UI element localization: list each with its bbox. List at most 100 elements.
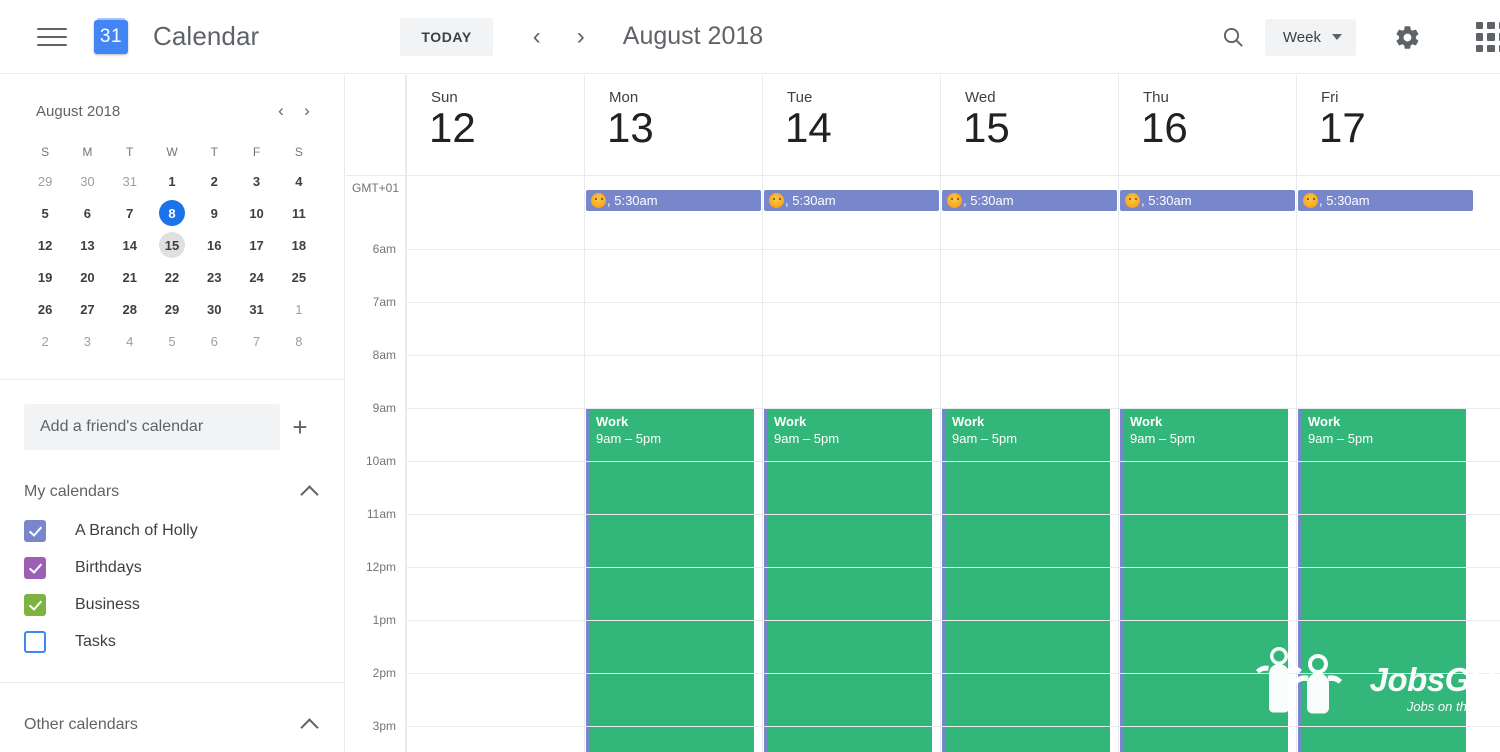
mini-calendar-day-22[interactable]: 22 (159, 264, 185, 290)
all-day-event[interactable]: , 5:30am (942, 190, 1117, 211)
all-day-event-label: , 5:30am (1141, 193, 1192, 208)
mini-calendar-day-29[interactable]: 29 (32, 168, 58, 194)
mini-calendar-day-6[interactable]: 6 (201, 328, 227, 354)
my-calendars-section: My calendars A Branch of Holly Birthdays B… (0, 472, 344, 660)
all-day-event[interactable]: , 5:30am (1298, 190, 1473, 211)
chevron-up-icon[interactable] (300, 484, 319, 504)
mini-calendar-day-27[interactable]: 27 (74, 296, 100, 322)
mini-calendar-weekday-row: SMTWTFS (24, 139, 320, 165)
mini-calendar-day-2[interactable]: 2 (201, 168, 227, 194)
other-calendar-item-0[interactable]: Holidays in United Kingdom (0, 745, 344, 752)
mini-calendar-day-20[interactable]: 20 (74, 264, 100, 290)
mini-calendar-week: 19 20 21 22 23 24 25 (24, 261, 320, 293)
day-header-fri[interactable]: Fri 17 (1296, 75, 1474, 175)
mini-calendar-day-12[interactable]: 12 (32, 232, 58, 258)
mini-calendar-next-button[interactable]: › (294, 98, 320, 124)
mini-calendar-day-28[interactable]: 28 (117, 296, 143, 322)
day-header-sun[interactable]: Sun 12 (406, 75, 584, 175)
mini-calendar-day-31[interactable]: 31 (244, 296, 270, 322)
day-header-thu[interactable]: Thu 16 (1118, 75, 1296, 175)
mini-calendar-day-25[interactable]: 25 (286, 264, 312, 290)
mini-calendar-day-21[interactable]: 21 (117, 264, 143, 290)
my-calendar-item-0[interactable]: A Branch of Holly (0, 512, 344, 549)
previous-period-button[interactable]: ‹ (517, 17, 557, 57)
mini-calendar-day-3[interactable]: 3 (244, 168, 270, 194)
add-calendar-plus-icon[interactable]: + (280, 407, 320, 447)
day-column-tue[interactable]: Work 9am – 5pm (762, 216, 940, 752)
today-button[interactable]: TODAY (400, 17, 493, 56)
day-column-wed[interactable]: Work 9am – 5pm (940, 216, 1118, 752)
mini-calendar-cell: 4 (109, 325, 151, 357)
calendar-event-work[interactable]: Work 9am – 5pm (1120, 408, 1288, 752)
mini-calendar-weekday-0: S (41, 145, 50, 159)
mini-calendar-day-17[interactable]: 17 (244, 232, 270, 258)
mini-calendar-day-14[interactable]: 14 (117, 232, 143, 258)
mini-calendar-day-6[interactable]: 6 (74, 200, 100, 226)
sidebar-divider-middle (0, 682, 344, 683)
day-column-thu[interactable]: Work 9am – 5pm (1118, 216, 1296, 752)
calendar-event-work[interactable]: Work 9am – 5pm (1298, 408, 1466, 752)
mini-calendar-day-7[interactable]: 7 (244, 328, 270, 354)
mini-calendar-day-18[interactable]: 18 (286, 232, 312, 258)
my-calendar-item-2[interactable]: Business (0, 586, 344, 623)
mini-calendar-day-1[interactable]: 1 (159, 168, 185, 194)
apps-grid-icon[interactable] (1476, 22, 1500, 52)
day-column-sun[interactable] (406, 216, 584, 752)
my-calendar-item-1[interactable]: Birthdays (0, 549, 344, 586)
mini-calendar-day-2[interactable]: 2 (32, 328, 58, 354)
hamburger-menu-icon[interactable] (37, 26, 67, 48)
day-header-wed[interactable]: Wed 15 (940, 75, 1118, 175)
mini-calendar-day-8[interactable]: 8 (158, 200, 185, 226)
mini-calendar-day-26[interactable]: 26 (32, 296, 58, 322)
calendar-checkbox-unchecked[interactable] (24, 630, 46, 653)
mini-calendar-day-1[interactable]: 1 (286, 296, 312, 322)
calendar-checkbox-checked[interactable] (24, 556, 46, 579)
mini-calendar-day-8[interactable]: 8 (286, 328, 312, 354)
all-day-event[interactable]: , 5:30am (586, 190, 761, 211)
mini-calendar-day-5[interactable]: 5 (32, 200, 58, 226)
mini-calendar-day-11[interactable]: 11 (286, 200, 312, 226)
mini-calendar-day-29[interactable]: 29 (159, 296, 185, 322)
day-number-label: 12 (429, 104, 476, 151)
day-column-fri[interactable]: Work 9am – 5pm (1296, 216, 1474, 752)
mini-calendar-day-9[interactable]: 9 (201, 200, 227, 226)
mini-calendar-weekday-4: T (210, 145, 218, 159)
mini-calendar-prev-button[interactable]: ‹ (268, 98, 294, 124)
calendar-event-work[interactable]: Work 9am – 5pm (942, 408, 1110, 752)
chevron-up-icon[interactable] (300, 717, 319, 737)
calendar-event-work[interactable]: Work 9am – 5pm (586, 408, 754, 752)
my-calendar-item-3[interactable]: Tasks (0, 623, 344, 660)
next-period-button[interactable]: › (561, 17, 601, 57)
mini-calendar-day-4[interactable]: 4 (117, 328, 143, 354)
mini-calendar-day-30[interactable]: 30 (74, 168, 100, 194)
day-header-mon[interactable]: Mon 13 (584, 75, 762, 175)
mini-calendar-day-16[interactable]: 16 (201, 232, 227, 258)
mini-calendar-day-7[interactable]: 7 (117, 200, 143, 226)
add-friend-calendar-input[interactable] (24, 404, 280, 450)
mini-calendar-day-19[interactable]: 19 (32, 264, 58, 290)
calendar-checkbox-checked[interactable] (24, 593, 46, 616)
mini-calendar-day-4[interactable]: 4 (286, 168, 312, 194)
day-header-tue[interactable]: Tue 14 (762, 75, 940, 175)
mini-calendar-day-3[interactable]: 3 (74, 328, 100, 354)
day-column-mon[interactable]: Work 9am – 5pm (584, 216, 762, 752)
mini-calendar-day-31[interactable]: 31 (117, 168, 143, 194)
day-number-label: 14 (785, 104, 832, 151)
mini-calendar-day-10[interactable]: 10 (244, 200, 270, 226)
mini-calendar-day-24[interactable]: 24 (244, 264, 270, 290)
mini-calendar-day-5[interactable]: 5 (159, 328, 185, 354)
calendar-checkbox-checked[interactable] (24, 519, 46, 542)
all-day-event[interactable]: , 5:30am (1120, 190, 1295, 211)
all-day-event[interactable]: , 5:30am (764, 190, 939, 211)
mini-calendar-day-30[interactable]: 30 (201, 296, 227, 322)
search-icon[interactable] (1211, 15, 1255, 59)
mini-calendar-day-23[interactable]: 23 (201, 264, 227, 290)
mini-calendar-day-13[interactable]: 13 (74, 232, 100, 258)
time-gutter-header (346, 75, 406, 175)
other-calendars-header[interactable]: Other calendars (0, 705, 344, 745)
my-calendars-header[interactable]: My calendars (0, 472, 344, 512)
view-selector[interactable]: Week (1264, 18, 1356, 56)
calendar-event-work[interactable]: Work 9am – 5pm (764, 408, 932, 752)
mini-calendar-day-15[interactable]: 15 (158, 232, 185, 258)
gear-icon[interactable] (1384, 14, 1430, 60)
